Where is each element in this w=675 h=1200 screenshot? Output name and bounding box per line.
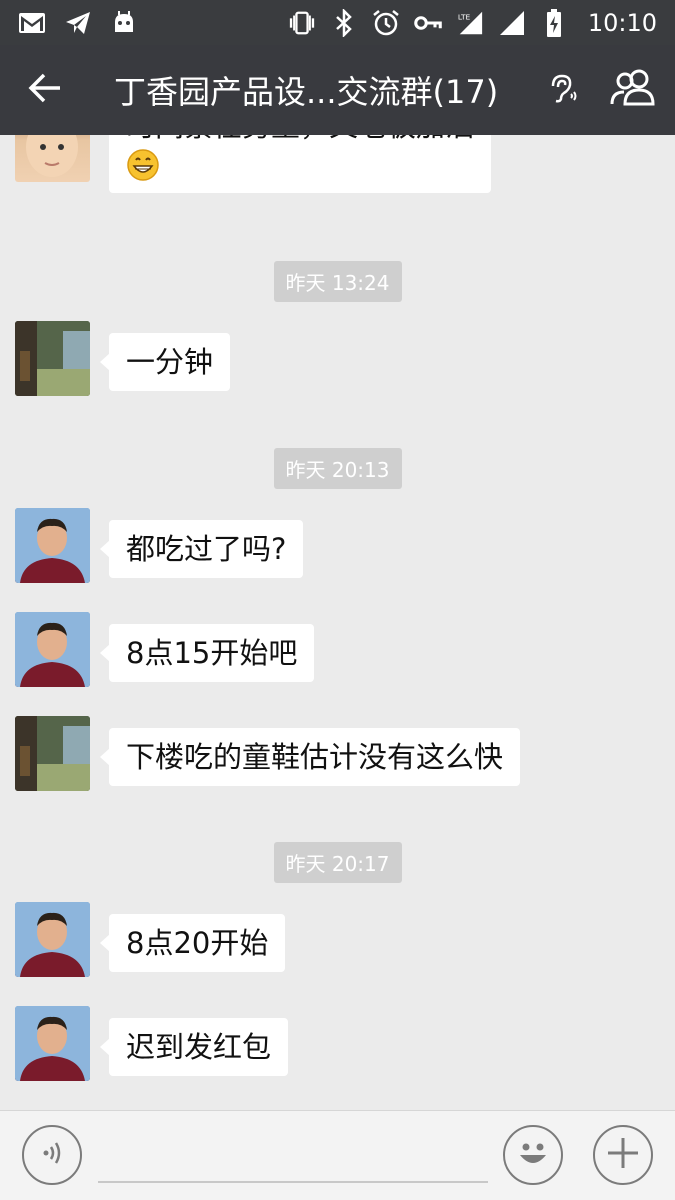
- status-bar-left: [18, 9, 138, 37]
- back-arrow-icon: [28, 73, 62, 107]
- message-text: 8点15开始吧: [126, 636, 298, 670]
- group-members-button[interactable]: [595, 45, 675, 135]
- message-text: 都吃过了吗?: [126, 532, 287, 566]
- message-bubble[interactable]: 时间紧任务重，又老板加油: [109, 135, 492, 193]
- message-bubble[interactable]: 下楼吃的童鞋估计没有这么快: [99, 728, 521, 786]
- plus-icon: [605, 1135, 641, 1175]
- timestamp: 昨天 20:13: [273, 448, 402, 489]
- message-text: 一分钟: [126, 345, 214, 379]
- android-icon: [110, 9, 138, 37]
- message-bubble[interactable]: 8点15开始吧: [99, 624, 315, 682]
- signal-icon: [498, 9, 526, 37]
- svg-text:LTE: LTE: [458, 12, 471, 21]
- input-bar: [0, 1110, 675, 1200]
- signal-lte-icon: LTE: [456, 9, 484, 37]
- avatar[interactable]: [15, 716, 90, 791]
- message-text: 下楼吃的童鞋估计没有这么快: [126, 740, 504, 774]
- message-text: 8点20开始: [126, 926, 269, 960]
- voice-input-icon: [38, 1139, 66, 1171]
- timestamp: 昨天 13:24: [273, 261, 402, 302]
- avatar[interactable]: [15, 508, 90, 583]
- vibrate-icon: [288, 9, 316, 37]
- gmail-icon: [18, 9, 46, 37]
- earpiece-icon: [547, 72, 577, 108]
- message-text: 迟到发红包: [126, 1030, 272, 1064]
- avatar[interactable]: [15, 902, 90, 977]
- chat-title: 丁香园产品设...交流群(17): [114, 73, 499, 111]
- vpn-key-icon: [414, 9, 442, 37]
- telegram-icon: [64, 9, 92, 37]
- status-time: 10:10: [587, 8, 657, 37]
- timestamp: 昨天 20:17: [273, 842, 402, 883]
- alarm-icon: [372, 9, 400, 37]
- emoji-icon: [511, 1131, 555, 1179]
- message-bubble[interactable]: 都吃过了吗?: [99, 520, 304, 578]
- grinning-emoji-icon: [126, 148, 474, 184]
- avatar[interactable]: [15, 321, 90, 396]
- bluetooth-icon: [330, 8, 358, 37]
- group-members-icon: [609, 68, 661, 112]
- battery-charging-icon: [540, 8, 568, 37]
- app-bar: 丁香园产品设...交流群(17): [0, 45, 675, 135]
- earpiece-mode-button[interactable]: [529, 45, 595, 135]
- message-input[interactable]: [98, 1133, 488, 1183]
- message-bubble[interactable]: 迟到发红包: [99, 1018, 289, 1076]
- avatar[interactable]: [15, 612, 90, 687]
- more-functions-button[interactable]: [593, 1125, 653, 1185]
- message-bubble[interactable]: 8点20开始: [99, 914, 286, 972]
- avatar[interactable]: [15, 1006, 90, 1081]
- emoji-button[interactable]: [503, 1125, 563, 1185]
- avatar[interactable]: [15, 135, 90, 182]
- message-bubble[interactable]: 一分钟: [99, 333, 231, 391]
- app-bar-actions: [529, 45, 675, 135]
- message-text: 时间紧任务重，又老板加油: [126, 135, 474, 148]
- status-bar-right: LTE 10:10: [288, 8, 657, 37]
- back-button[interactable]: [0, 45, 90, 135]
- chat-message-list[interactable]: 时间紧任务重，又老板加油 昨天 13:24 一分钟 昨天 20:13 都吃过了吗…: [0, 135, 675, 1110]
- voice-input-button[interactable]: [22, 1125, 82, 1185]
- status-bar: LTE 10:10: [0, 0, 675, 45]
